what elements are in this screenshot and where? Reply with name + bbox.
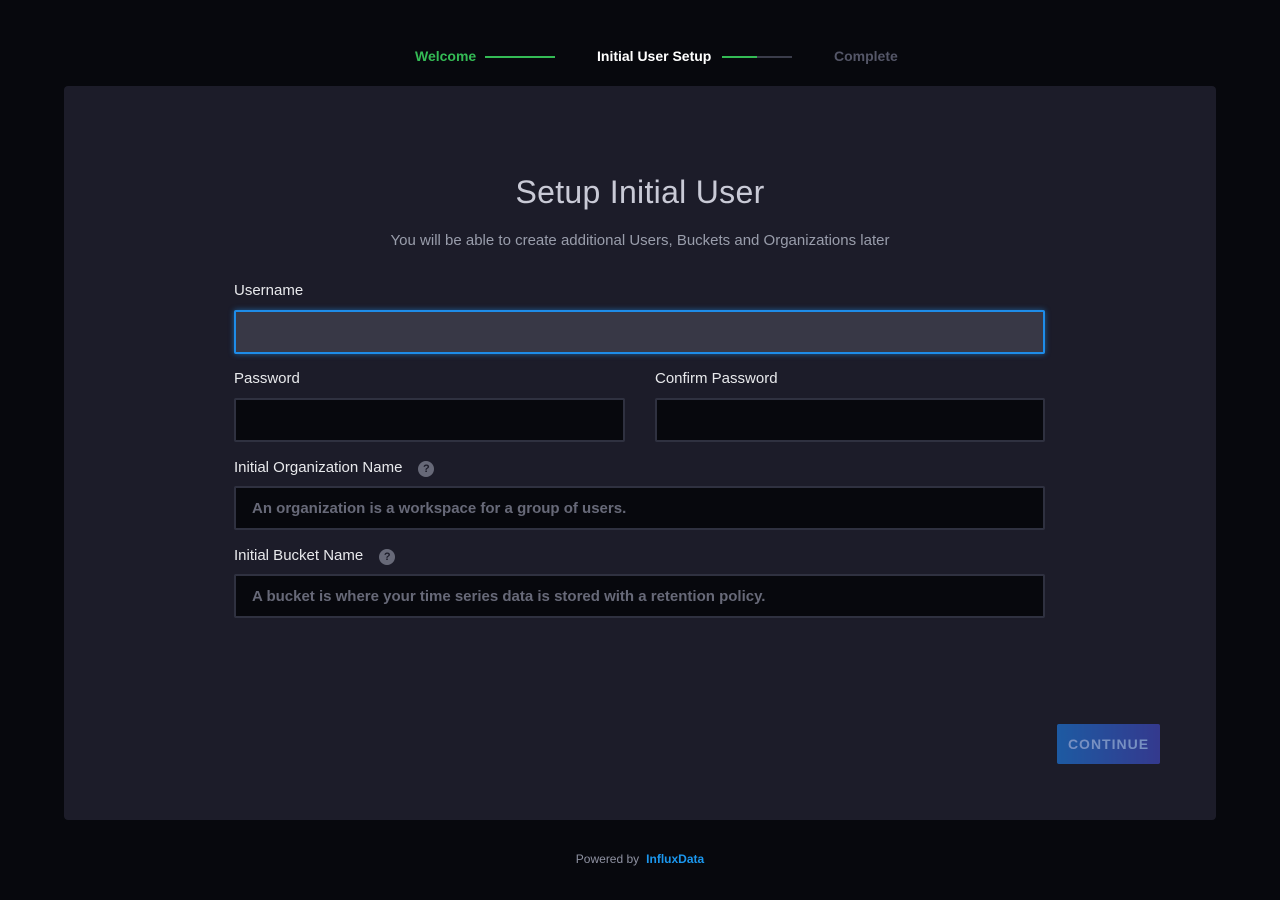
- confirm-password-input[interactable]: [655, 398, 1045, 442]
- step-connector-2: [722, 56, 792, 58]
- step-initial-user-setup: Initial User Setup: [597, 48, 712, 64]
- password-label-text: Password: [234, 370, 300, 387]
- step-complete: Complete: [834, 48, 898, 64]
- bucket-name-input[interactable]: [234, 574, 1045, 618]
- username-input[interactable]: [234, 310, 1045, 354]
- powered-by-text: Powered by: [575, 852, 640, 866]
- page-subtitle: You will be able to create additional Us…: [390, 232, 890, 249]
- org-name-input[interactable]: [234, 486, 1045, 530]
- org-help-icon[interactable]: ?: [418, 461, 435, 477]
- step-connector-2-fill: [722, 56, 757, 58]
- org-label: Initial Organization Name ?: [234, 458, 435, 477]
- username-label-text: Username: [234, 282, 304, 299]
- setup-panel: Setup Initial User You will be able to c…: [64, 86, 1216, 820]
- org-label-text: Initial Organization Name: [234, 459, 403, 476]
- bucket-label: Initial Bucket Name ?: [234, 546, 396, 565]
- confirm-password-label: Confirm Password: [655, 370, 778, 387]
- password-label: Password: [234, 370, 300, 387]
- password-input[interactable]: [234, 398, 625, 442]
- page-title: Setup Initial User: [515, 174, 765, 210]
- continue-button[interactable]: CONTINUE: [1057, 724, 1160, 764]
- step-connector-1: [485, 56, 555, 58]
- progress-stepper: Welcome Initial User Setup Complete: [0, 46, 1280, 68]
- bucket-label-text: Initial Bucket Name: [234, 547, 364, 564]
- bucket-help-icon[interactable]: ?: [379, 549, 396, 565]
- step-welcome: Welcome: [415, 48, 477, 64]
- username-label: Username: [234, 282, 303, 299]
- influxdata-link[interactable]: InfluxData: [646, 852, 704, 866]
- confirm-password-label-text: Confirm Password: [655, 370, 778, 387]
- footer: Powered by InfluxData: [0, 852, 1280, 866]
